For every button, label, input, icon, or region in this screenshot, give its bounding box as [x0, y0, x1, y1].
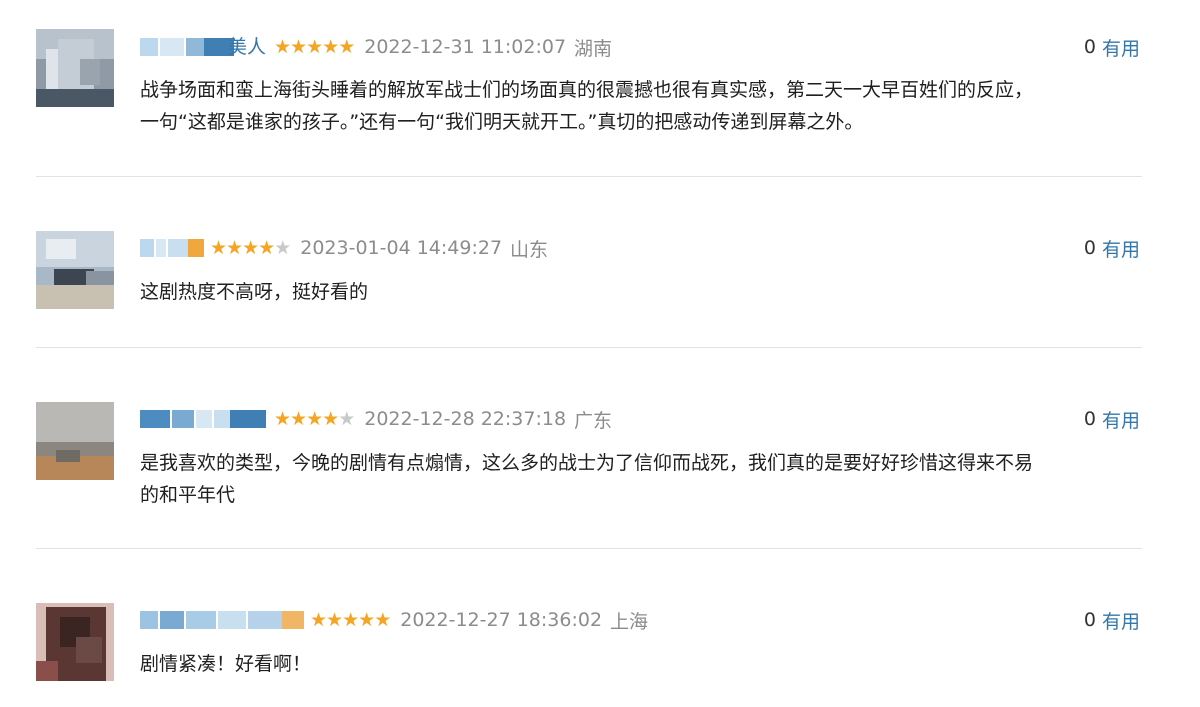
- review-text-line: 一句“这都是谁家的孩子。”还有一句“我们明天就开工。”真切的把感动传递到屏幕之外…: [140, 111, 864, 133]
- star-icon: ★: [342, 609, 359, 631]
- review-timestamp: 2022-12-27 18:36:02: [400, 609, 603, 631]
- avatar[interactable]: [36, 29, 114, 107]
- review-location: 湖南: [574, 37, 613, 60]
- star-icon: ★: [290, 408, 307, 430]
- review-text-line: 这剧热度不高呀，挺好看的: [140, 281, 369, 303]
- useful-count: 0: [1083, 237, 1096, 259]
- useful-count: 0: [1083, 408, 1096, 430]
- useful-vote[interactable]: 0 有用: [1084, 406, 1140, 432]
- star-icon: ★: [274, 408, 291, 430]
- review-content: 战争场面和蛮上海街头睡着的解放军战士们的场面真的很震撼也很有真实感，第二天一大早…: [140, 74, 1150, 138]
- review-location: 上海: [610, 610, 649, 633]
- useful-button[interactable]: 有用: [1102, 34, 1140, 61]
- review-meta: ★ ★ ★ ★ ★ 2023-01-04 14:49:27 山东: [140, 235, 548, 261]
- divider: [36, 176, 1142, 177]
- useful-button[interactable]: 有用: [1102, 235, 1140, 262]
- useful-vote[interactable]: 0 有用: [1084, 607, 1140, 633]
- star-icon: ★: [322, 408, 339, 430]
- review-timestamp: 2022-12-31 11:02:07: [364, 36, 567, 58]
- useful-button[interactable]: 有用: [1102, 406, 1140, 433]
- star-icon: ★: [374, 609, 391, 631]
- star-icon: ★: [338, 36, 355, 58]
- useful-vote[interactable]: 0 有用: [1084, 34, 1140, 60]
- star-icon: ★: [274, 237, 291, 259]
- review-timestamp: 2022-12-28 22:37:18: [364, 408, 567, 430]
- star-icon: ★: [242, 237, 259, 259]
- username-link[interactable]: 美人: [140, 36, 270, 58]
- username-link[interactable]: [140, 408, 270, 430]
- review-text-line: 战争场面和蛮上海街头睡着的解放军战士们的场面真的很震撼也很有真实感，第二天一大早…: [140, 79, 1034, 101]
- star-icon: ★: [310, 609, 327, 631]
- avatar[interactable]: [36, 231, 114, 309]
- review-text-line: 是我喜欢的类型，今晚的剧情有点煽情，这么多的战士为了信仰而战死，我们真的是要好好…: [140, 452, 1034, 474]
- review-text-line: 的和平年代: [140, 484, 236, 506]
- review-content: 是我喜欢的类型，今晚的剧情有点煽情，这么多的战士为了信仰而战死，我们真的是要好好…: [140, 447, 1150, 511]
- star-icon: ★: [322, 36, 339, 58]
- review-content: 这剧热度不高呀，挺好看的: [140, 276, 1150, 308]
- rating-stars: ★ ★ ★ ★ ★: [210, 237, 291, 259]
- review-location: 广东: [574, 409, 613, 432]
- username-link[interactable]: [140, 237, 206, 259]
- review-timestamp: 2023-01-04 14:49:27: [300, 237, 503, 259]
- rating-stars: ★ ★ ★ ★ ★: [310, 609, 391, 631]
- review-meta: ★ ★ ★ ★ ★ 2022-12-28 22:37:18 广东: [140, 406, 612, 432]
- review-meta: ★ ★ ★ ★ ★ 2022-12-27 18:36:02 上海: [140, 607, 648, 633]
- star-icon: ★: [358, 609, 375, 631]
- review-content: 剧情紧凑！好看啊！: [140, 648, 1150, 680]
- star-icon: ★: [290, 36, 307, 58]
- star-icon: ★: [258, 237, 275, 259]
- useful-count: 0: [1083, 609, 1096, 631]
- star-icon: ★: [338, 408, 355, 430]
- rating-stars: ★ ★ ★ ★ ★: [274, 408, 355, 430]
- username-link[interactable]: [140, 609, 306, 631]
- star-icon: ★: [306, 408, 323, 430]
- star-icon: ★: [306, 36, 323, 58]
- divider: [36, 548, 1142, 549]
- divider: [36, 347, 1142, 348]
- review-text-line: 剧情紧凑！好看啊！: [140, 653, 312, 675]
- review-meta: 美人 ★ ★ ★ ★ ★ 2022-12-31 11:02:07 湖南: [140, 34, 612, 60]
- review-location: 山东: [510, 238, 549, 261]
- star-icon: ★: [210, 237, 227, 259]
- avatar[interactable]: [36, 402, 114, 480]
- star-icon: ★: [274, 36, 291, 58]
- username-visible-text[interactable]: 美人: [228, 36, 266, 58]
- star-icon: ★: [226, 237, 243, 259]
- useful-count: 0: [1083, 36, 1096, 58]
- star-icon: ★: [326, 609, 343, 631]
- useful-vote[interactable]: 0 有用: [1084, 235, 1140, 261]
- useful-button[interactable]: 有用: [1102, 607, 1140, 634]
- rating-stars: ★ ★ ★ ★ ★: [274, 36, 355, 58]
- avatar[interactable]: [36, 603, 114, 681]
